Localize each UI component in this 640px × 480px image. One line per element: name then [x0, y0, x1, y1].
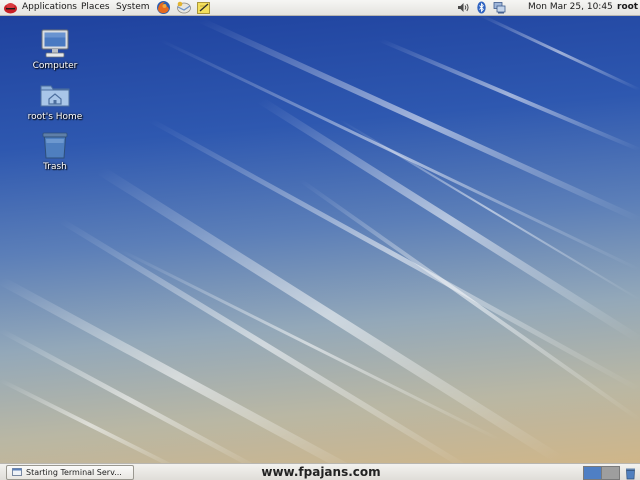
workspace-2[interactable]: [601, 466, 620, 480]
redhat-icon[interactable]: [3, 0, 18, 15]
bottom-panel: Starting Terminal Serv... www.fpajans.co…: [0, 463, 640, 480]
desktop-icon-label: Computer: [32, 61, 78, 71]
desktop-screen: Applications Places System Mon Mar 25, 1…: [0, 0, 640, 480]
computer-icon: [39, 28, 71, 60]
menu-places[interactable]: Places: [81, 1, 110, 14]
desktop-icon-label: root's Home: [27, 112, 83, 122]
firefox-icon[interactable]: [156, 0, 171, 15]
home-folder-icon: [39, 79, 71, 111]
desktop-icon-label: Trash: [43, 162, 67, 172]
notes-icon[interactable]: [196, 0, 211, 15]
top-panel: Applications Places System Mon Mar 25, 1…: [0, 0, 640, 16]
trash-applet-icon[interactable]: [624, 465, 637, 480]
window-icon: [12, 467, 22, 476]
network-icon[interactable]: [493, 1, 506, 14]
wallpaper-streaks: [0, 13, 640, 480]
workspace-1[interactable]: [583, 466, 602, 480]
email-icon[interactable]: [176, 0, 191, 15]
desktop-icon-trash[interactable]: Trash: [15, 129, 95, 172]
clock[interactable]: Mon Mar 25, 10:45: [528, 1, 613, 14]
taskbar-button-label: Starting Terminal Serv...: [26, 468, 122, 477]
bluetooth-icon[interactable]: [475, 1, 488, 14]
desktop-icon-computer[interactable]: Computer: [15, 28, 95, 71]
desktop-wallpaper[interactable]: [0, 0, 640, 480]
user-menu[interactable]: root: [617, 1, 638, 14]
menu-system[interactable]: System: [116, 1, 150, 14]
trash-icon: [39, 129, 71, 161]
volume-icon[interactable]: [457, 1, 470, 14]
watermark-text: www.fpajans.com: [261, 465, 381, 479]
taskbar-button-terminal-server[interactable]: Starting Terminal Serv...: [6, 465, 134, 480]
menu-applications[interactable]: Applications: [22, 1, 77, 14]
desktop-icon-home[interactable]: root's Home: [15, 79, 95, 122]
